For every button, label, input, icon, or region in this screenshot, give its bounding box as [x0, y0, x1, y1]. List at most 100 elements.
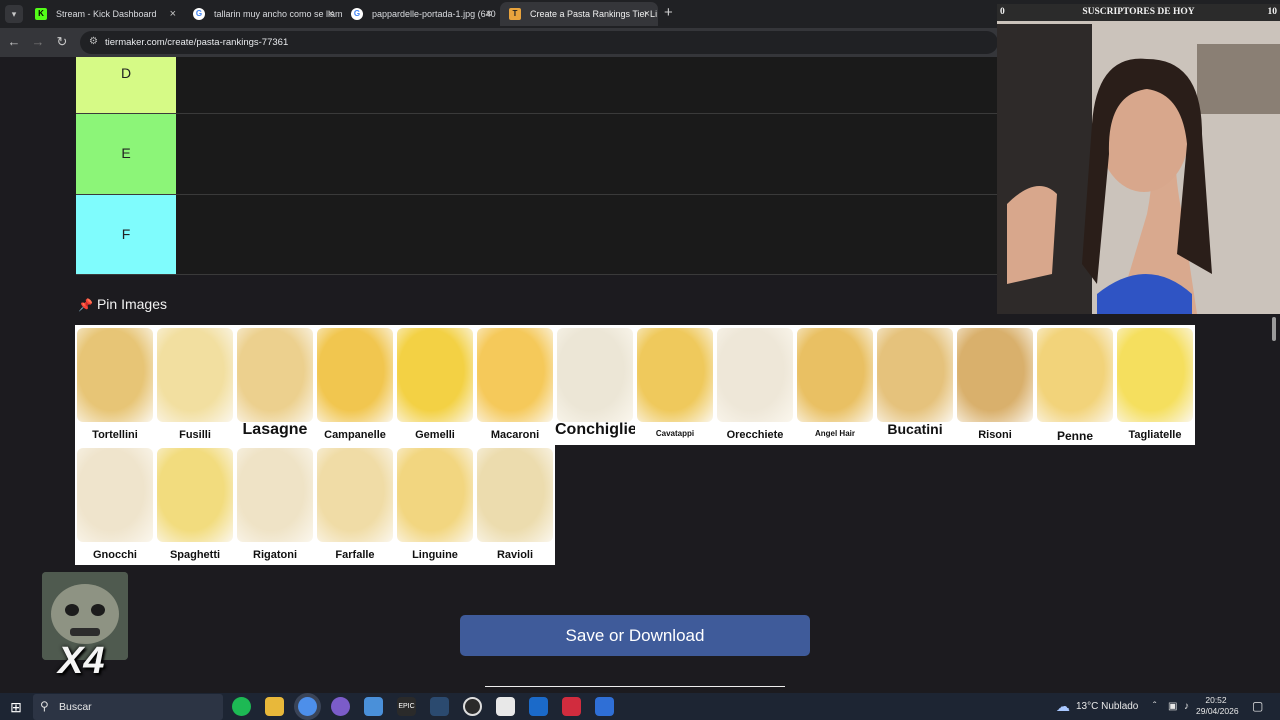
- weather-icon[interactable]: ☁: [1056, 693, 1070, 720]
- pasta-image: [1037, 328, 1113, 422]
- pasta-item-gemelli[interactable]: Gemelli: [395, 325, 475, 445]
- app-icon[interactable]: [562, 697, 581, 716]
- pasta-image: [717, 328, 793, 422]
- tier-row-e[interactable]: E: [76, 114, 997, 195]
- pasta-label: Farfalle: [335, 549, 375, 561]
- pasta-item-orecchiete[interactable]: Orecchiete: [715, 325, 795, 445]
- tab-tiermaker[interactable]: T Create a Pasta Rankings Tier Li ×: [500, 2, 658, 26]
- pasta-image: [957, 328, 1033, 422]
- tab-kick-dashboard[interactable]: K Stream - Kick Dashboard ×: [26, 2, 184, 26]
- tab-search-menu-icon[interactable]: ▾: [5, 5, 23, 23]
- pasta-item-cavatappi[interactable]: Cavatappi: [635, 325, 715, 445]
- pasta-item-fusilli[interactable]: Fusilli: [155, 325, 235, 445]
- chrome-icon[interactable]: [298, 697, 317, 716]
- app-icon[interactable]: [364, 697, 383, 716]
- url-text[interactable]: tiermaker.com/create/pasta-rankings-7736…: [105, 31, 288, 54]
- pasta-item-spaghetti[interactable]: Spaghetti: [155, 445, 235, 565]
- pasta-label: Linguine: [412, 549, 458, 561]
- pasta-label: Cavatappi: [655, 429, 695, 438]
- messenger-icon[interactable]: [331, 697, 350, 716]
- pasta-image: [637, 328, 713, 422]
- pasta-item-macaroni[interactable]: Macaroni: [475, 325, 555, 445]
- pasta-image: [157, 328, 233, 422]
- volume-icon[interactable]: ♪: [1184, 693, 1189, 720]
- address-bar[interactable]: ⚙ tiermaker.com/create/pasta-rankings-77…: [80, 31, 998, 54]
- pasta-image: [157, 448, 233, 542]
- pasta-item-rigatoni[interactable]: Rigatoni: [235, 445, 315, 565]
- pasta-image: [237, 448, 313, 542]
- scrollbar-thumb[interactable]: [1272, 317, 1276, 341]
- pasta-label: Lasagne: [242, 421, 308, 438]
- pasta-item-penne[interactable]: Penne: [1035, 325, 1115, 445]
- pasta-item-ravioli[interactable]: Ravioli: [475, 445, 555, 565]
- pasta-item-tortellini[interactable]: Tortellini: [75, 325, 155, 445]
- pasta-label: Tagliatelle: [1128, 429, 1182, 441]
- taskbar-search[interactable]: ⚲ Buscar: [33, 694, 223, 720]
- site-info-icon[interactable]: ⚙: [89, 36, 101, 48]
- pasta-label: Gemelli: [415, 429, 455, 441]
- tier-label-e[interactable]: E: [76, 114, 176, 194]
- back-arrow-icon[interactable]: ←: [6, 34, 22, 50]
- steam-icon[interactable]: [529, 697, 548, 716]
- tier-row-d[interactable]: D: [76, 57, 997, 114]
- chevron-up-icon[interactable]: ˆ: [1153, 693, 1156, 720]
- spotify-icon[interactable]: [232, 697, 251, 716]
- tier-row-f[interactable]: F: [76, 195, 997, 275]
- file-explorer-icon[interactable]: [265, 697, 284, 716]
- pasta-item-campanelle[interactable]: Campanelle: [315, 325, 395, 445]
- pasta-label: Risoni: [978, 429, 1012, 441]
- counter-goal: 10: [1267, 7, 1278, 17]
- new-tab-button[interactable]: +: [664, 4, 673, 22]
- app-icon[interactable]: [430, 697, 449, 716]
- pushpin-icon: 📌: [78, 298, 93, 312]
- counter-title: SUSCRIPTORES DE HOY: [1082, 7, 1195, 17]
- taskbar-clock[interactable]: 20:52 29/04/2026: [1196, 695, 1239, 717]
- tab-google-search[interactable]: G tallarin muy ancho como se llam ×: [184, 2, 342, 26]
- pasta-label: Angel Hair: [814, 429, 855, 438]
- app-icon[interactable]: [595, 697, 614, 716]
- close-tab-icon[interactable]: ×: [486, 2, 492, 26]
- tab-title: tallarin muy ancho como se llam: [214, 9, 342, 19]
- pasta-item-bucatini[interactable]: Bucatini: [875, 325, 955, 445]
- pasta-image: [477, 328, 553, 422]
- pasta-item-farfalle[interactable]: Farfalle: [315, 445, 395, 565]
- google-favicon-icon: G: [193, 8, 205, 20]
- capcut-icon[interactable]: [496, 697, 515, 716]
- tier-label-d[interactable]: D: [76, 57, 176, 113]
- google-favicon-icon: G: [351, 8, 363, 20]
- obs-icon[interactable]: [463, 697, 482, 716]
- epic-games-icon[interactable]: EPIC: [397, 697, 416, 716]
- pasta-item-gnocchi[interactable]: Gnocchi: [75, 445, 155, 565]
- tab-title: pappardelle-portada-1.jpg (640: [372, 9, 496, 19]
- weather-text[interactable]: 13°C Nublado: [1076, 693, 1138, 720]
- pasta-item-conchiglie[interactable]: Conchiglie: [555, 325, 635, 445]
- windows-taskbar: ⊞ ⚲ Buscar EPIC ☁ 13°C Nublado ˆ ▣ ♪ 20:…: [0, 693, 1280, 720]
- tiermaker-favicon-icon: T: [509, 8, 521, 20]
- tab-pappardelle-image[interactable]: G pappardelle-portada-1.jpg (640 ×: [342, 2, 500, 26]
- scrollbar-track[interactable]: [1269, 313, 1278, 687]
- pasta-image: [77, 328, 153, 422]
- pasta-item-linguine[interactable]: Linguine: [395, 445, 475, 565]
- tab-title: Create a Pasta Rankings Tier Li: [530, 9, 658, 19]
- save-or-download-button[interactable]: Save or Download: [460, 615, 810, 656]
- reload-icon[interactable]: ↻: [54, 34, 70, 50]
- pasta-label: Penne: [1056, 429, 1093, 443]
- network-icon[interactable]: ▣: [1168, 693, 1177, 720]
- forward-arrow-icon[interactable]: →: [30, 34, 46, 50]
- pasta-item-lasagne[interactable]: Lasagne: [235, 325, 315, 445]
- pasta-item-angel-hair[interactable]: Angel Hair: [795, 325, 875, 445]
- notifications-icon[interactable]: ▢: [1252, 693, 1263, 720]
- close-tab-icon[interactable]: ×: [328, 2, 334, 26]
- tier-label-f[interactable]: F: [76, 195, 176, 274]
- pasta-label: Gnocchi: [92, 549, 137, 561]
- bottom-bar: [485, 686, 785, 687]
- windows-start-icon[interactable]: ⊞: [6, 697, 26, 717]
- pasta-item-tagliatelle[interactable]: Tagliatelle: [1115, 325, 1195, 445]
- pasta-item-risoni[interactable]: Risoni: [955, 325, 1035, 445]
- pasta-label: Bucatini: [887, 421, 943, 437]
- search-placeholder[interactable]: Buscar: [59, 694, 92, 720]
- close-tab-icon[interactable]: ×: [170, 2, 176, 26]
- close-tab-icon[interactable]: ×: [644, 2, 650, 26]
- pasta-image: [557, 328, 633, 422]
- pasta-image: [797, 328, 873, 422]
